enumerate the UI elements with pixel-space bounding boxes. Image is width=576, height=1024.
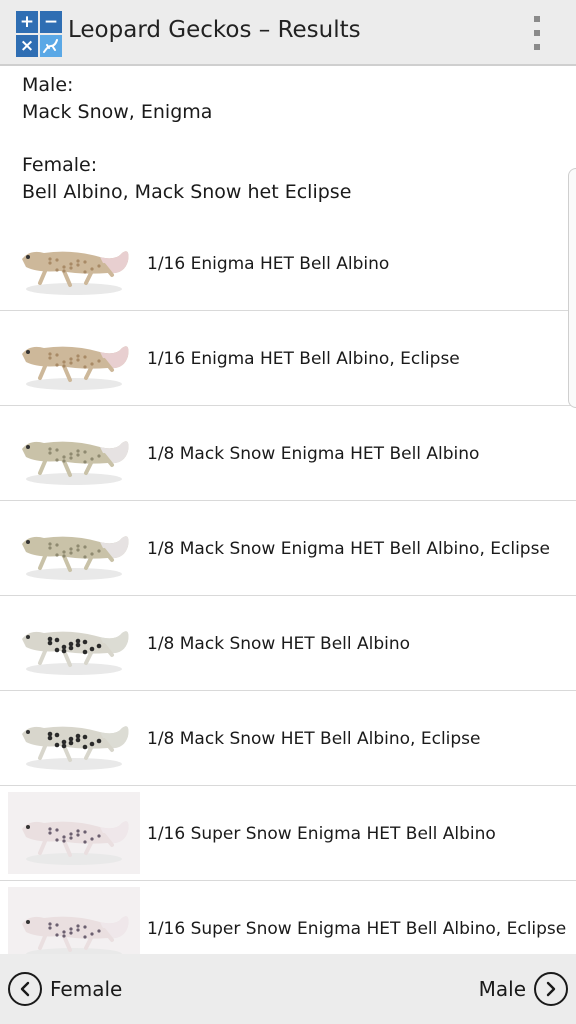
page-title: Leopard Geckos – Results	[68, 17, 361, 43]
result-label: 1/16 Super Snow Enigma HET Bell Albino	[147, 823, 496, 844]
gecko-thumbnail-image	[8, 602, 140, 684]
chevron-left-icon	[8, 972, 42, 1006]
result-label: 1/8 Mack Snow Enigma HET Bell Albino, Ec…	[147, 538, 550, 559]
prev-label: Female	[50, 977, 123, 1001]
result-label: 1/8 Mack Snow HET Bell Albino, Eclipse	[147, 728, 481, 749]
result-row[interactable]: 1/16 Enigma HET Bell Albino, Eclipse	[0, 311, 576, 406]
previous-female-button[interactable]: Female	[8, 970, 130, 1008]
female-label: Female:	[22, 154, 98, 176]
parents-summary: Male: Mack Snow, Enigma Female: Bell Alb…	[0, 68, 576, 206]
bottom-navigation: Female Male	[0, 954, 576, 1024]
plus-icon: +	[16, 11, 38, 33]
gecko-icon	[40, 35, 62, 57]
chevron-right-icon	[534, 972, 568, 1006]
times-icon: ×	[16, 35, 38, 57]
results-content[interactable]: Male: Mack Snow, Enigma Female: Bell Alb…	[0, 68, 576, 954]
next-male-button[interactable]: Male	[471, 970, 568, 1008]
result-label: 1/8 Mack Snow HET Bell Albino	[147, 633, 411, 654]
result-row[interactable]: 1/16 Enigma HET Bell Albino	[0, 216, 576, 311]
gecko-thumbnail-image	[8, 792, 140, 874]
result-label: 1/16 Super Snow Enigma HET Bell Albino, …	[147, 918, 567, 939]
result-row[interactable]: 1/8 Mack Snow Enigma HET Bell Albino	[0, 406, 576, 501]
male-genetics: Mack Snow, Enigma	[22, 101, 213, 123]
gecko-thumbnail-image	[8, 887, 140, 954]
app-icon: + − ×	[16, 11, 62, 57]
result-label: 1/16 Enigma HET Bell Albino	[147, 253, 390, 274]
gecko-thumbnail-image	[8, 317, 140, 399]
scroll-indicator[interactable]	[568, 168, 576, 408]
female-genetics: Bell Albino, Mack Snow het Eclipse	[22, 181, 352, 203]
result-row[interactable]: 1/16 Super Snow Enigma HET Bell Albino	[0, 786, 576, 881]
male-label: Male:	[22, 74, 74, 96]
result-row[interactable]: 1/8 Mack Snow Enigma HET Bell Albino, Ec…	[0, 501, 576, 596]
result-row[interactable]: 1/8 Mack Snow HET Bell Albino	[0, 596, 576, 691]
result-row[interactable]: 1/8 Mack Snow HET Bell Albino, Eclipse	[0, 691, 576, 786]
minus-icon: −	[40, 11, 62, 33]
result-label: 1/8 Mack Snow Enigma HET Bell Albino	[147, 443, 480, 464]
gecko-thumbnail-image	[8, 222, 140, 304]
gecko-thumbnail-image	[8, 412, 140, 494]
gecko-thumbnail-image	[8, 507, 140, 589]
action-bar: + − × Leopard Geckos – Results	[0, 0, 576, 66]
next-label: Male	[478, 977, 526, 1001]
results-list: 1/16 Enigma HET Bell Albino 1/16 Enigma …	[0, 216, 576, 954]
result-label: 1/16 Enigma HET Bell Albino, Eclipse	[147, 348, 460, 369]
overflow-menu-icon[interactable]	[528, 16, 546, 50]
result-row[interactable]: 1/16 Super Snow Enigma HET Bell Albino, …	[0, 881, 576, 954]
gecko-thumbnail-image	[8, 697, 140, 779]
